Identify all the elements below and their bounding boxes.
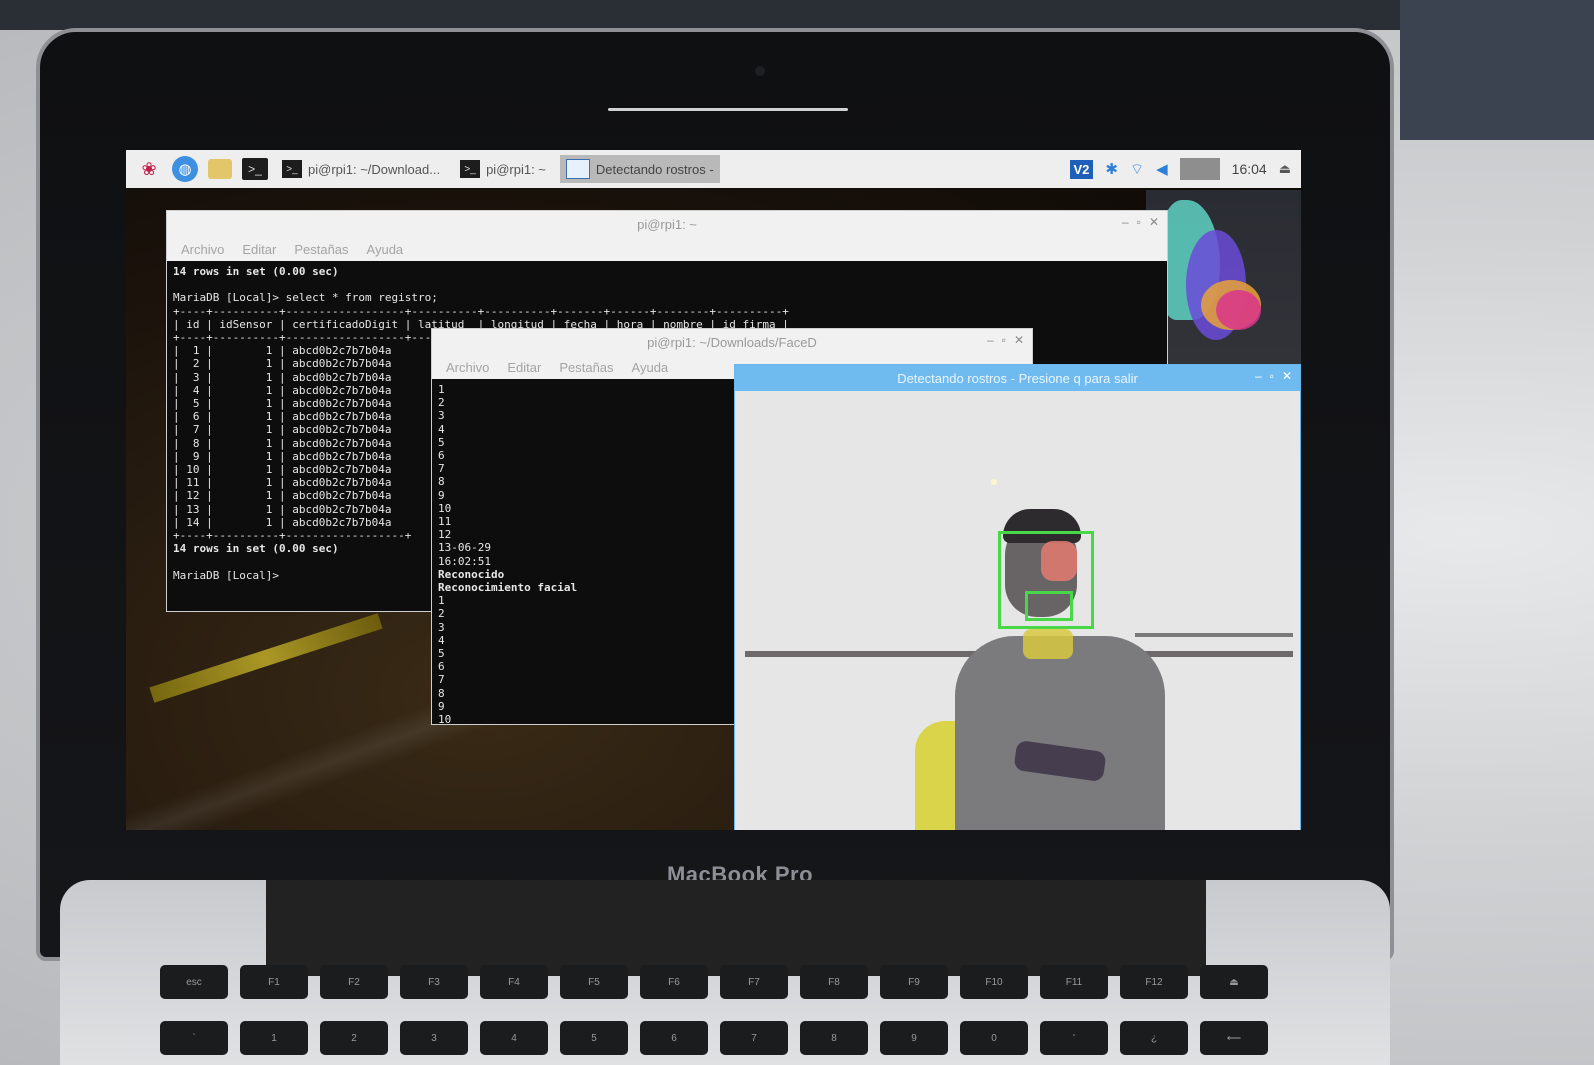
keyboard-key[interactable]: F1 <box>240 965 308 999</box>
maximize-icon[interactable]: ▫ <box>1270 369 1274 383</box>
taskbar-task[interactable]: >_ pi@rpi1: ~/Download... <box>276 155 446 183</box>
menu-item-ayuda[interactable]: Ayuda <box>367 242 404 257</box>
system-tray: V2 ✱ ⌔ ◀ 16:04 ⏏ <box>1069 158 1301 180</box>
menu-item-archivo[interactable]: Archivo <box>181 242 224 257</box>
bluetooth-icon[interactable]: ✱ <box>1105 160 1118 178</box>
menu-item-pestanas[interactable]: Pestañas <box>559 360 613 375</box>
light-reflection <box>991 479 997 485</box>
keyboard-key[interactable]: F8 <box>800 965 868 999</box>
maximize-icon[interactable]: ▫ <box>1002 333 1006 347</box>
browser-icon[interactable]: ◍ <box>172 156 198 182</box>
keyboard-key[interactable]: 1 <box>240 1021 308 1055</box>
keyboard-key[interactable]: 3 <box>400 1021 468 1055</box>
minimize-icon[interactable]: – <box>1255 369 1262 383</box>
close-icon[interactable]: ✕ <box>1014 333 1024 347</box>
taskbar-task-label: pi@rpi1: ~/Download... <box>308 161 441 177</box>
keyboard-key[interactable]: 6 <box>640 1021 708 1055</box>
keyboard: esc F1 F2 F3 F4 F5 F6 F7 F8 F9 F10 F11 F12 ⏏ ` 1 2 3 4 5 6 7 8… <box>160 965 1340 1065</box>
keyboard-key[interactable]: 5 <box>560 1021 628 1055</box>
keyboard-key[interactable]: 4 <box>480 1021 548 1055</box>
taskbar-task[interactable]: >_ pi@rpi1: ~ <box>454 155 552 183</box>
minimize-icon[interactable]: – <box>1122 215 1129 229</box>
window-title-bar[interactable]: pi@rpi1: ~ – ▫ ✕ <box>167 211 1167 237</box>
clock: 16:04 <box>1231 161 1267 177</box>
minimize-icon[interactable]: – <box>987 333 994 347</box>
keyboard-key[interactable]: F3 <box>400 965 468 999</box>
taskbar: ❀ ◍ >_ >_ pi@rpi1: ~/Download... >_ pi@r… <box>126 150 1301 188</box>
terminal-icon: >_ <box>282 160 302 178</box>
background-top <box>0 0 1594 30</box>
wall-line <box>1135 633 1293 637</box>
menu-item-editar[interactable]: Editar <box>507 360 541 375</box>
window-title: pi@rpi1: ~/Downloads/FaceD <box>647 334 817 350</box>
wifi-icon[interactable]: ⌔ <box>1130 160 1144 179</box>
keyboard-key[interactable]: F6 <box>640 965 708 999</box>
keyboard-key[interactable]: F2 <box>320 965 388 999</box>
notch-line <box>608 108 848 111</box>
person-torso <box>955 636 1165 830</box>
keyboard-key[interactable]: F5 <box>560 965 628 999</box>
maximize-icon[interactable]: ▫ <box>1137 215 1141 229</box>
keyboard-key[interactable]: 9 <box>880 1021 948 1055</box>
cpu-monitor-icon <box>1179 158 1220 180</box>
camera-feed <box>745 391 1293 830</box>
menu-item-pestanas[interactable]: Pestañas <box>294 242 348 257</box>
face-detection-window: Detectando rostros - Presione q para sal… <box>734 364 1301 830</box>
raspberry-menu-icon[interactable]: ❀ <box>136 156 162 182</box>
keyboard-key[interactable]: F12 <box>1120 965 1188 999</box>
laptop-hinge <box>266 880 1206 976</box>
art-blob <box>1216 290 1261 330</box>
terminal-line: +----+----------+------------------+----… <box>173 304 789 318</box>
taskbar-task[interactable]: Detectando rostros - <box>559 155 720 183</box>
menu-item-ayuda[interactable]: Ayuda <box>632 360 669 375</box>
keyboard-key[interactable]: ¿ <box>1120 1021 1188 1055</box>
keyboard-key[interactable]: F11 <box>1040 965 1108 999</box>
laptop-lid: MacBook Pro ❀ ◍ >_ >_ pi@rpi1: ~/Downloa… <box>36 28 1394 961</box>
webcam <box>755 66 765 76</box>
terminal-line: 14 rows in set (0.00 sec) <box>173 265 339 278</box>
menu-bar: Archivo Editar Pestañas Ayuda <box>167 237 1167 261</box>
window-title: Detectando rostros - Presione q para sal… <box>897 370 1138 386</box>
keyboard-key[interactable]: ⟵ <box>1200 1021 1268 1055</box>
keyboard-key[interactable]: 2 <box>320 1021 388 1055</box>
keyboard-key[interactable]: 8 <box>800 1021 868 1055</box>
terminal-line: MariaDB [Local]> select * from registro; <box>173 291 438 305</box>
close-icon[interactable]: ✕ <box>1149 215 1159 229</box>
window-controls: – ▫ ✕ <box>1255 369 1292 383</box>
keyboard-key[interactable]: 7 <box>720 1021 788 1055</box>
terminal-launcher-icon[interactable]: >_ <box>242 158 268 180</box>
window-icon <box>565 159 590 179</box>
window-title: pi@rpi1: ~ <box>637 216 697 232</box>
menu-item-editar[interactable]: Editar <box>242 242 276 257</box>
keyboard-key[interactable]: F10 <box>960 965 1028 999</box>
keyboard-key[interactable]: ' <box>1040 1021 1108 1055</box>
keyboard-key[interactable]: F9 <box>880 965 948 999</box>
volume-icon[interactable]: ◀ <box>1156 160 1168 178</box>
window-title-bar[interactable]: Detectando rostros - Presione q para sal… <box>735 365 1300 391</box>
background-right <box>1400 0 1594 140</box>
person-neck <box>1023 629 1073 659</box>
terminal-icon: >_ <box>460 160 481 178</box>
window-controls: – ▫ ✕ <box>1122 215 1159 229</box>
keyboard-key[interactable]: F7 <box>720 965 788 999</box>
mouth-detection-box <box>1025 591 1073 621</box>
taskbar-task-label: pi@rpi1: ~ <box>486 161 546 177</box>
screen: ❀ ◍ >_ >_ pi@rpi1: ~/Download... >_ pi@r… <box>126 150 1301 830</box>
close-icon[interactable]: ✕ <box>1282 369 1292 383</box>
menu-item-archivo[interactable]: Archivo <box>446 360 489 375</box>
window-title-bar[interactable]: pi@rpi1: ~/Downloads/FaceD – ▫ ✕ <box>432 329 1032 355</box>
window-controls: – ▫ ✕ <box>987 333 1024 347</box>
keyboard-key[interactable]: 0 <box>960 1021 1028 1055</box>
keyboard-key[interactable]: ` <box>160 1021 228 1055</box>
file-manager-icon[interactable] <box>208 159 232 179</box>
taskbar-task-label: Detectando rostros - <box>595 161 714 177</box>
keyboard-key[interactable]: ⏏ <box>1200 965 1268 999</box>
eject-icon[interactable]: ⏏ <box>1279 161 1291 177</box>
vnc-icon[interactable]: V2 <box>1069 159 1094 179</box>
keyboard-key[interactable]: esc <box>160 965 228 999</box>
keyboard-key[interactable]: F4 <box>480 965 548 999</box>
